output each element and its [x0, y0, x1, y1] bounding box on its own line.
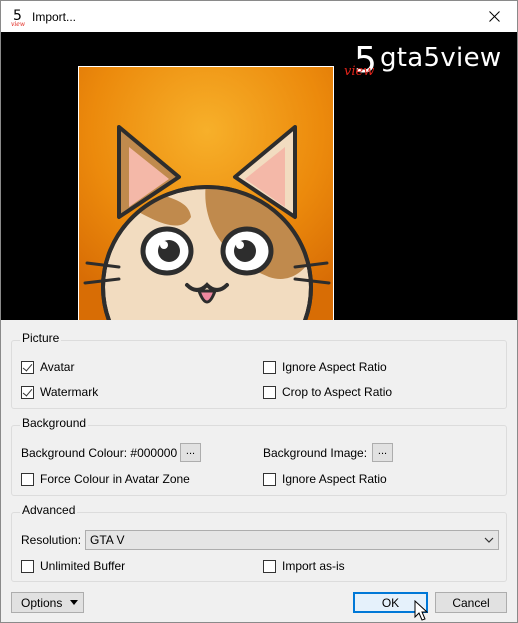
svg-text:view: view — [11, 21, 26, 27]
avatar-checkbox-label: Avatar — [40, 360, 75, 374]
background-ignore-aspect-box[interactable] — [263, 472, 276, 486]
import-dialog: 5 view Import... 5 view gta5view Picture… — [0, 0, 518, 623]
background-ignore-aspect-checkbox[interactable]: Ignore Aspect Ratio — [263, 471, 387, 487]
ignore-aspect-ratio-checkbox[interactable]: Ignore Aspect Ratio — [263, 359, 387, 375]
options-button[interactable]: Options — [11, 592, 84, 613]
import-as-is-label: Import as-is — [282, 559, 345, 573]
avatar-checkbox-box[interactable] — [21, 360, 34, 374]
chevron-down-icon — [484, 537, 494, 543]
title-bar: 5 view Import... — [1, 1, 517, 32]
resolution-label: Resolution: — [21, 533, 82, 547]
crop-aspect-ratio-checkbox[interactable]: Crop to Aspect Ratio — [263, 384, 392, 400]
crop-aspect-ratio-label: Crop to Aspect Ratio — [282, 385, 393, 399]
unlimited-buffer-checkbox[interactable]: Unlimited Buffer — [21, 558, 125, 574]
watermark-checkbox[interactable]: Watermark — [21, 384, 98, 400]
unlimited-buffer-label: Unlimited Buffer — [40, 559, 126, 573]
close-button[interactable] — [471, 1, 517, 32]
dropdown-arrow-icon — [70, 600, 79, 605]
resolution-value: GTA V — [90, 533, 125, 547]
force-colour-label: Force Colour in Avatar Zone — [40, 472, 190, 486]
image-preview: 5 view gta5view — [1, 32, 517, 320]
background-group-title: Background — [20, 416, 89, 430]
import-as-is-box[interactable] — [263, 559, 276, 573]
mouse-cursor-icon — [414, 600, 428, 621]
options-button-label: Options — [21, 595, 63, 610]
crop-aspect-ratio-box[interactable] — [263, 385, 276, 399]
resolution-select[interactable]: GTA V — [85, 530, 499, 550]
background-image-label: Background Image: — [263, 446, 368, 460]
import-as-is-checkbox[interactable]: Import as-is — [263, 558, 345, 574]
avatar-checkbox[interactable]: Avatar — [21, 359, 74, 375]
gta5view-app-icon: 5 view — [11, 8, 26, 27]
advanced-group-title: Advanced — [20, 503, 78, 517]
cat-avatar-picture — [79, 67, 333, 320]
logo-view: view — [344, 64, 375, 79]
background-image-button[interactable]: ... — [372, 443, 393, 462]
ignore-aspect-ratio-label: Ignore Aspect Ratio — [282, 360, 387, 374]
force-colour-box[interactable] — [21, 472, 34, 486]
force-colour-checkbox[interactable]: Force Colour in Avatar Zone — [21, 471, 190, 487]
cancel-button[interactable]: Cancel — [435, 592, 507, 613]
background-colour-button[interactable]: ... — [180, 443, 201, 462]
gta5view-logo: 5 view gta5view — [344, 40, 514, 82]
background-ignore-aspect-label: Ignore Aspect Ratio — [282, 472, 387, 486]
window-title: Import... — [32, 10, 77, 24]
background-colour-label: Background Colour: #000000 — [21, 446, 178, 460]
ignore-aspect-ratio-box[interactable] — [263, 360, 276, 374]
watermark-checkbox-box[interactable] — [21, 385, 34, 399]
picture-group-title: Picture — [20, 331, 62, 345]
avatar-image — [78, 66, 334, 320]
close-icon — [488, 11, 500, 22]
watermark-checkbox-label: Watermark — [40, 385, 99, 399]
unlimited-buffer-box[interactable] — [21, 559, 34, 573]
logo-name: gta5view — [380, 43, 502, 73]
